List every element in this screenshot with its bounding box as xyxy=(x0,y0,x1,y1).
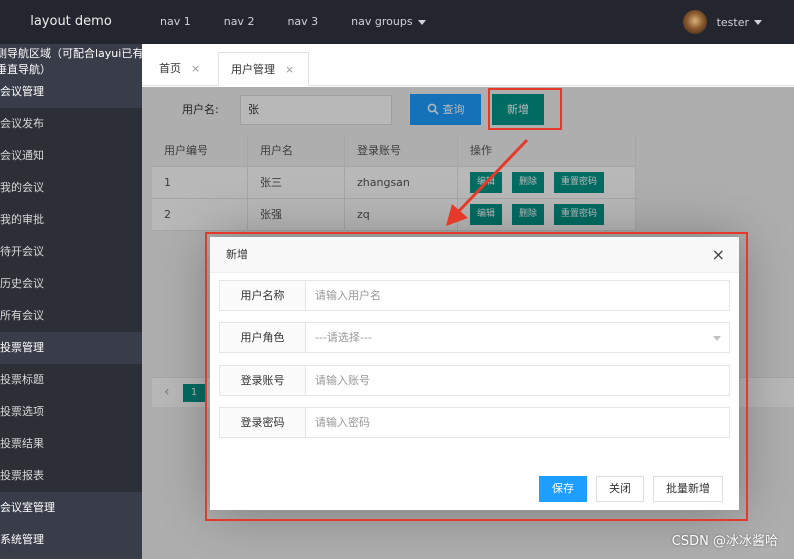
sidebar-item[interactable]: 历史会议 xyxy=(0,268,142,300)
tab-label: 首页 xyxy=(159,62,181,75)
nav-item-label: nav 3 xyxy=(287,15,319,28)
sidebar-item[interactable]: 我的会议 xyxy=(0,172,142,204)
sidebar-group-meeting[interactable]: 会议管理 xyxy=(0,76,142,108)
sidebar-item[interactable]: 所有会议 xyxy=(0,300,142,332)
top-header: layout demo nav 1 nav 2 nav 3 nav groups… xyxy=(0,0,794,44)
watermark: CSDN @冰冰酱哈 xyxy=(671,534,778,549)
tab-label: 用户管理 xyxy=(231,63,275,76)
sidebar-item[interactable]: 投票报表 xyxy=(0,460,142,492)
nav-item-label: nav 2 xyxy=(223,15,255,28)
caret-down-icon xyxy=(417,19,426,25)
tab-bar: 首页 × 用户管理 × xyxy=(142,44,794,86)
top-nav: nav 1 nav 2 nav 3 nav groups xyxy=(160,0,459,44)
close-icon[interactable]: × xyxy=(285,63,294,76)
nav-item-1[interactable]: nav 1 xyxy=(160,0,191,44)
sidebar-item[interactable]: 会议通知 xyxy=(0,140,142,172)
sidebar-item[interactable]: 投票结果 xyxy=(0,428,142,460)
annotation-highlight-dialog xyxy=(205,232,748,521)
close-icon[interactable]: × xyxy=(191,62,200,75)
tab-home[interactable]: 首页 × xyxy=(142,52,212,86)
sidebar: 侧导航区域（可配合layui已有 垂直导航） 会议管理 会议发布 会议通知 我的… xyxy=(0,44,142,559)
sidebar-item[interactable]: 待开会议 xyxy=(0,236,142,268)
sidebar-item[interactable]: 我的审批 xyxy=(0,204,142,236)
caret-down-icon xyxy=(754,19,762,25)
user-menu[interactable]: tester xyxy=(682,0,762,44)
sidebar-item[interactable]: 投票标题 xyxy=(0,364,142,396)
sidebar-group-system[interactable]: 系统管理 xyxy=(0,524,142,556)
tab-user-management[interactable]: 用户管理 × xyxy=(218,52,309,86)
nav-item-label: nav 1 xyxy=(160,15,191,28)
sidebar-item[interactable]: 投票选项 xyxy=(0,396,142,428)
annotation-highlight-add-button xyxy=(488,88,562,130)
nav-item-2[interactable]: nav 2 xyxy=(224,0,255,44)
sidebar-group-vote[interactable]: 投票管理 xyxy=(0,332,142,364)
sidebar-area-title: 侧导航区域（可配合layui已有 垂直导航） xyxy=(0,44,142,76)
nav-item-3[interactable]: nav 3 xyxy=(287,0,318,44)
sidebar-item[interactable]: 会议发布 xyxy=(0,108,142,140)
nav-item-label: nav groups xyxy=(351,15,413,28)
app-logo: layout demo xyxy=(30,14,112,29)
nav-groups-dropdown[interactable]: nav groups xyxy=(351,0,426,44)
avatar xyxy=(682,10,707,34)
sidebar-group-room[interactable]: 会议室管理 xyxy=(0,492,142,524)
user-name: tester xyxy=(716,15,749,29)
sidebar-title-line: 侧导航区域（可配合layui已有 xyxy=(0,47,142,60)
